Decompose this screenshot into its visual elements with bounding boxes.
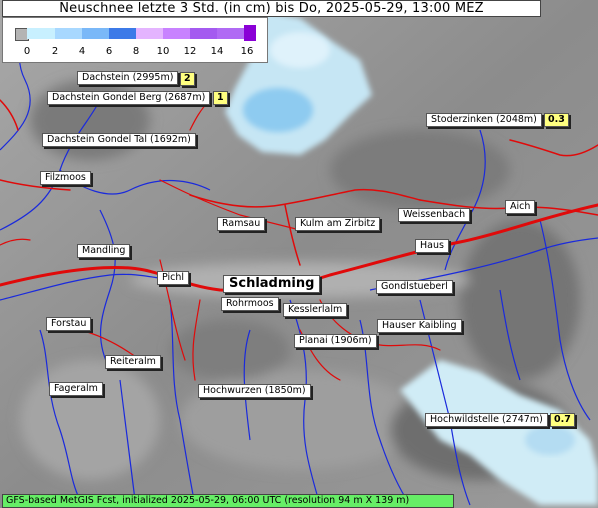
place-label-dachstein-gondel-tal: Dachstein Gondel Tal (1692m) — [42, 133, 196, 147]
place-label-hauser-kaibling: Hauser Kaibling — [377, 319, 462, 333]
place-label-pichl: Pichl — [157, 271, 190, 285]
legend-swatch — [136, 28, 163, 39]
place-label-fageralm: Fageralm — [49, 382, 103, 396]
place-label-dachstein-gondel-berg: Dachstein Gondel Berg (2687m) — [47, 91, 211, 105]
legend-swatch — [109, 28, 136, 39]
legend-swatch — [55, 28, 82, 39]
legend-tick: 4 — [78, 46, 86, 57]
place-label-reiteralm: Reiteralm — [105, 355, 161, 369]
place-label-weissenbach: Weissenbach — [398, 208, 471, 222]
place-label-rohrmoos: Rohrmoos — [221, 297, 279, 311]
place-label-ramsau: Ramsau — [217, 217, 266, 231]
snow-value-hochwildstelle: 0.7 — [550, 413, 575, 427]
forecast-footer: GFS-based MetGIS Fcst, initialized 2025-… — [2, 494, 454, 508]
place-label-planai: Planai (1906m) — [294, 334, 377, 348]
place-label-kesslerlalm: Kesslerlalm — [283, 303, 348, 317]
place-label-hochwurzen: Hochwurzen (1850m) — [198, 384, 311, 398]
legend-tick: 0 — [23, 46, 31, 57]
place-label-mandling: Mandling — [77, 244, 131, 258]
place-label-stoderzinken: Stoderzinken (2048m) — [426, 113, 542, 127]
snow-legend: 0 2 4 6 8 10 12 14 16 — [2, 17, 268, 63]
snow-value-stoderzinken: 0.3 — [544, 113, 569, 127]
legend-swatch — [82, 28, 109, 39]
place-label-kulm-am-zirbitz: Kulm am Zirbitz — [295, 217, 381, 231]
legend-tick: 16 — [240, 46, 254, 57]
legend-swatch — [27, 28, 55, 39]
snow-value-dachstein: 2 — [180, 72, 195, 86]
place-label-haus: Haus — [415, 239, 449, 253]
place-label-aich: Aich — [505, 200, 536, 214]
place-label-schladming: Schladming — [223, 275, 321, 293]
legend-swatch — [163, 28, 190, 39]
legend-tick: 10 — [156, 46, 170, 57]
legend-tick: 14 — [210, 46, 224, 57]
place-label-hochwildstelle: Hochwildstelle (2747m) — [425, 413, 548, 427]
legend-tick: 2 — [51, 46, 59, 57]
place-label-forstau: Forstau — [46, 317, 92, 331]
map-title: Neuschnee letzte 3 Std. (in cm) bis Do, … — [2, 0, 541, 17]
place-label-filzmoos: Filzmoos — [40, 171, 91, 185]
legend-tick: 6 — [105, 46, 113, 57]
place-label-dachstein: Dachstein (2995m) — [77, 71, 179, 85]
place-label-gondlstueberl: Gondlstueberl — [376, 280, 453, 294]
legend-swatch — [244, 25, 256, 41]
legend-tick: 12 — [183, 46, 197, 57]
legend-tick: 8 — [132, 46, 140, 57]
snow-value-dachstein-gondel-berg: 1 — [213, 91, 228, 105]
legend-swatch — [190, 28, 217, 39]
legend-swatch — [217, 28, 244, 39]
